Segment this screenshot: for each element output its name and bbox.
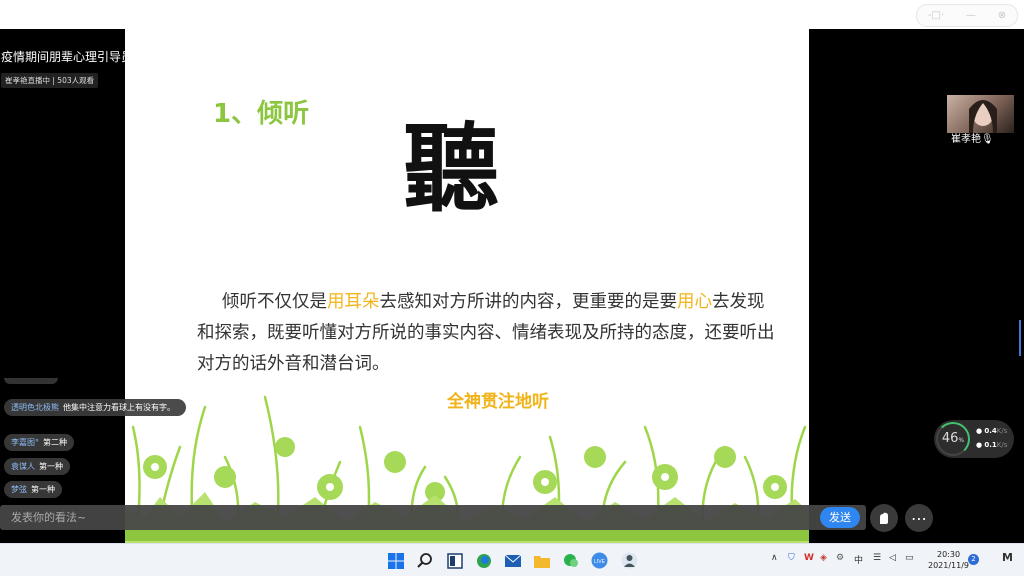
more-button[interactable]: ⋯: [905, 504, 933, 532]
stream-title: 疫情期间朋辈心理引导员: [1, 50, 125, 64]
upload-value: 0.4: [984, 427, 997, 435]
para-text-2: 去感知对方所讲的内容，更重要的是要: [379, 292, 678, 312]
slide-heading: 1、倾听: [213, 99, 310, 129]
network-speed-widget: 46% ● 0.4K/s ● 0.1K/s: [934, 420, 1014, 458]
upload-unit: K/s: [996, 427, 1008, 435]
edge-glyph: [476, 553, 491, 568]
volume-icon[interactable]: ◁: [889, 553, 896, 563]
close-button[interactable]: ⊗: [998, 10, 1006, 21]
camera-name: 崔孝艳🎙: [951, 130, 994, 145]
slide-bottom-bar: [125, 530, 809, 541]
download-value: 0.1: [984, 441, 997, 449]
mic-icon: 🎙: [981, 134, 994, 145]
taskbar: LIVE ∧ ⛉ W ◈ ⚙ 中 ☰ ◁ ▭ 20:30 2021/11/9 2…: [0, 543, 1024, 576]
battery-icon[interactable]: ▭: [905, 553, 914, 563]
comment-item: 李嘉图° 第二种: [4, 434, 74, 451]
slide-character: 聽: [403, 112, 499, 225]
search-icon[interactable]: [416, 552, 433, 569]
clock-date: 2021/11/9: [928, 561, 970, 570]
clock[interactable]: 20:30 2021/11/9: [928, 549, 969, 571]
volume-slider[interactable]: [1019, 320, 1021, 356]
camera-name-label: 崔孝艳: [951, 134, 981, 145]
start-icon[interactable]: [387, 552, 404, 569]
task-view-icon[interactable]: [446, 552, 463, 569]
live-label: LIVE: [594, 559, 606, 565]
windows-logo: [387, 552, 404, 569]
window-title-bar: -□· — ⊗: [0, 0, 1024, 29]
mail-icon[interactable]: [504, 552, 521, 569]
comment-item: 梦弦 第一种: [4, 481, 62, 498]
minimize-mini-button[interactable]: -□·: [928, 10, 944, 21]
folder-glyph: [533, 555, 550, 568]
comment-user: 梦弦: [11, 485, 27, 494]
comment-user: 李嘉图°: [11, 438, 39, 447]
para-highlight-2: 用心: [677, 292, 712, 312]
live-app-icon[interactable]: LIVE: [591, 552, 608, 569]
envelope-glyph: [504, 554, 521, 567]
camera-preview[interactable]: [947, 95, 1014, 133]
security-icon[interactable]: ◈: [820, 553, 827, 563]
window-controls: -□· — ⊗: [916, 4, 1018, 27]
cpu-percent: 46: [941, 431, 959, 446]
comment-text: 他集中注意力看球上有没有字。: [63, 403, 175, 412]
ime-indicator[interactable]: 中: [854, 553, 863, 566]
para-text-1: 倾听不仅仅是: [222, 292, 327, 312]
wps-icon[interactable]: W: [804, 553, 814, 563]
comment-text: 第一种: [31, 485, 55, 494]
comment-user: 袁谋人: [11, 462, 35, 471]
user-app-icon[interactable]: [621, 552, 638, 569]
comment-item: 袁谋人 第一种: [4, 458, 70, 475]
hand-icon: [880, 512, 888, 524]
chat-bubble-glyph: [563, 553, 578, 567]
comment-item: 透明色北极熊 他集中注意力看球上有没有字。: [4, 399, 186, 416]
task-view-glyph: [446, 552, 463, 569]
para-highlight-1: 用耳朵: [327, 292, 380, 312]
comment-text: 第一种: [39, 462, 63, 471]
edge-icon[interactable]: [475, 552, 492, 569]
host-status: 崔孝艳直播中 | 503人观看: [1, 73, 99, 88]
comment-user: 透明色北极熊: [11, 403, 59, 412]
download-unit: K/s: [996, 441, 1008, 449]
clock-time: 20:30: [936, 550, 961, 559]
person-silhouette: [969, 100, 997, 133]
folder-icon[interactable]: [533, 552, 550, 569]
wechat-icon[interactable]: [562, 552, 579, 569]
chat-input[interactable]: [0, 505, 800, 530]
more-icon: ⋯: [911, 508, 927, 528]
cpu-percent-unit: %: [958, 437, 965, 444]
notification-center-icon[interactable]: M: [1002, 551, 1013, 564]
presentation-slide: 1、倾听 聽 倾听不仅仅是用耳朵去感知对方所讲的内容，更重要的是要用心去发现和探…: [125, 29, 809, 543]
shield-icon[interactable]: ⛉: [788, 553, 795, 563]
cpu-gauge: 46%: [936, 422, 970, 456]
settings-icon[interactable]: ⚙: [836, 553, 844, 563]
magnifier-glyph: [416, 552, 432, 568]
wifi-icon[interactable]: ☰: [873, 553, 881, 563]
minimize-button[interactable]: —: [966, 10, 976, 21]
comment-text: 第二种: [43, 438, 67, 447]
upload-speed: ● 0.4K/s: [976, 427, 1008, 435]
like-button[interactable]: [870, 504, 898, 532]
live-badge-glyph: LIVE: [591, 552, 608, 569]
notification-badge[interactable]: 2: [968, 554, 979, 565]
person-glyph: [621, 552, 638, 569]
download-speed: ● 0.1K/s: [976, 441, 1008, 449]
comment-partial: [4, 378, 58, 384]
chevron-up-icon[interactable]: ∧: [771, 553, 778, 563]
send-button[interactable]: 发送: [820, 507, 860, 528]
